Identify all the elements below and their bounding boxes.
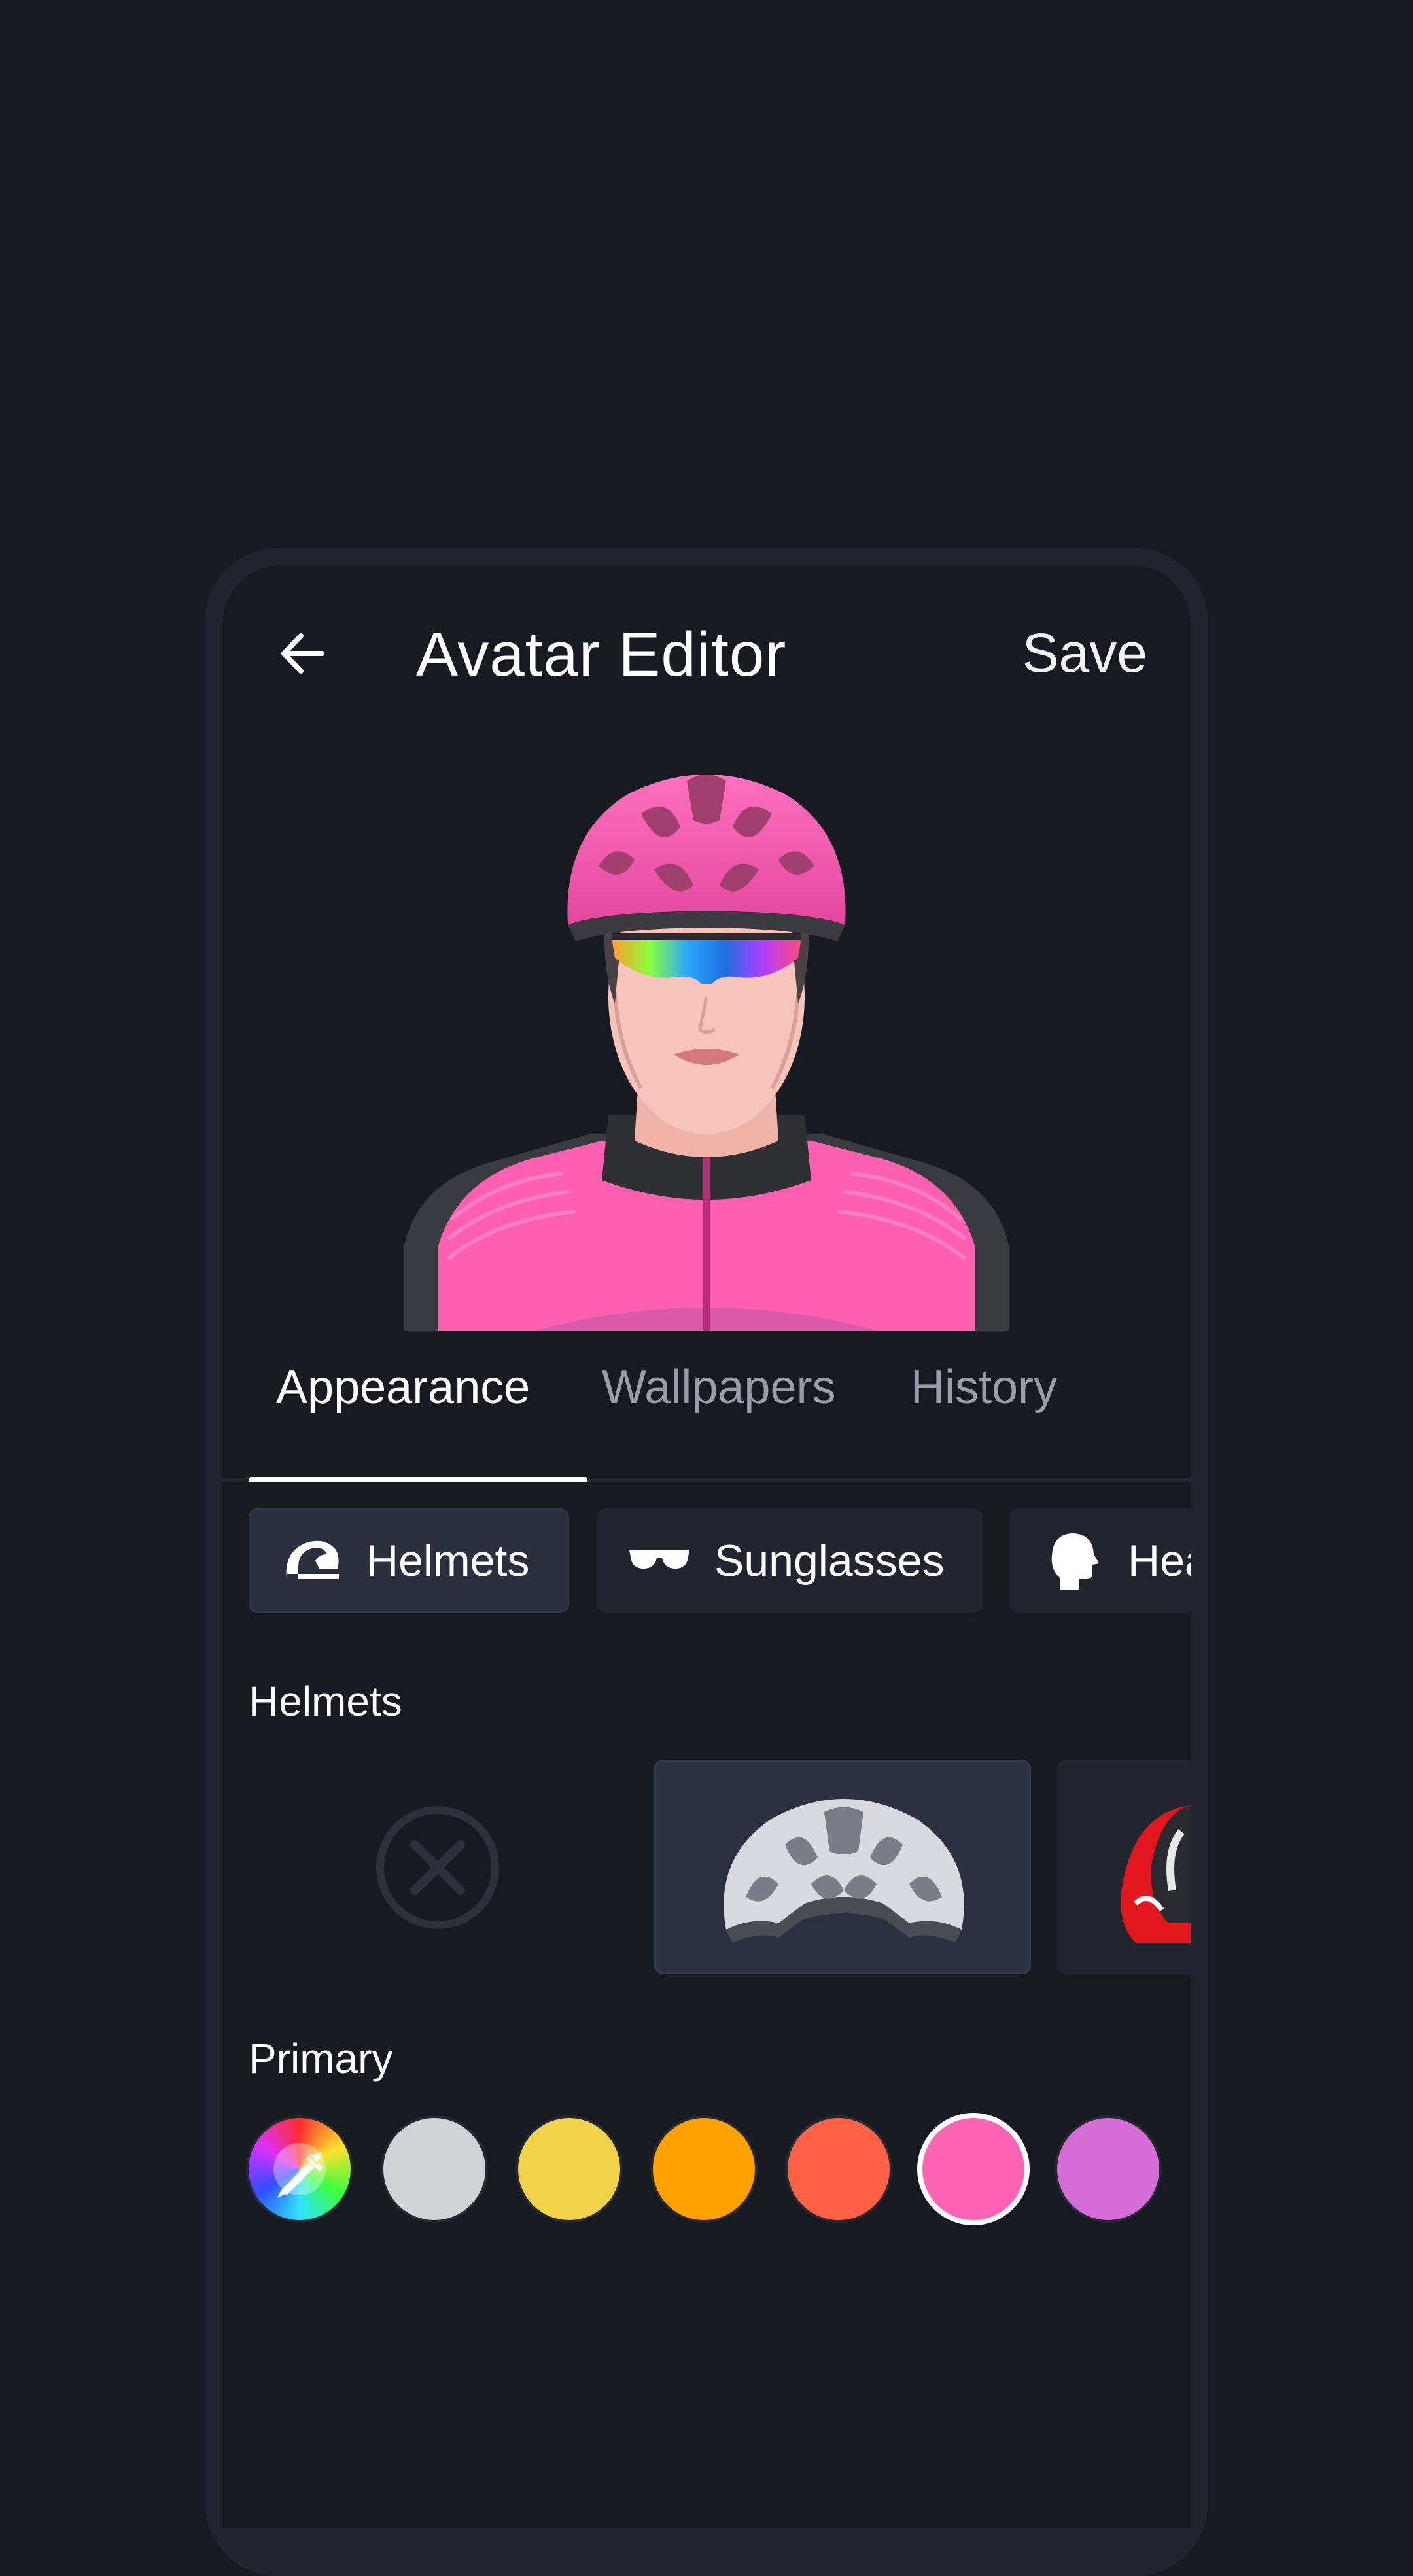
color-picker-button[interactable] <box>249 2118 351 2220</box>
save-button[interactable]: Save <box>1022 621 1147 685</box>
item-white-helmet[interactable] <box>654 1760 1031 1974</box>
chip-label: Sunglasses <box>714 1536 945 1586</box>
tab-appearance[interactable]: Appearance <box>276 1361 530 1414</box>
chip-helmets[interactable]: Helmets <box>249 1508 569 1613</box>
active-tab-indicator <box>249 1477 587 1482</box>
section-title-items: Helmets <box>249 1678 402 1725</box>
item-red-black-helmet[interactable] <box>1057 1760 1191 1974</box>
color-swatch-selected[interactable] <box>922 2118 1024 2220</box>
app-header: Avatar Editor Save <box>222 565 1191 722</box>
helmet-icon <box>286 1540 339 1579</box>
color-swatch[interactable] <box>1057 2118 1159 2220</box>
sunglasses-icon <box>629 1550 689 1569</box>
color-swatch[interactable] <box>788 2118 890 2220</box>
tab-bar: Appearance Wallpapers History <box>222 1334 1191 1465</box>
avatar-preview <box>222 722 1191 1331</box>
head-icon <box>1051 1533 1099 1590</box>
section-title-color: Primary <box>249 2035 393 2082</box>
red-black-helmet-image <box>1121 1805 1191 1943</box>
color-swatch[interactable] <box>383 2118 485 2220</box>
eyedropper-icon <box>273 2143 326 2198</box>
avatar-editor-screen: Avatar Editor Save Appearance Wallpapers… <box>222 565 1191 2528</box>
avatar-illustration <box>404 775 1009 1331</box>
chip-label: Helmets <box>366 1536 530 1586</box>
page-title: Avatar Editor <box>416 619 787 689</box>
color-swatch[interactable] <box>518 2118 620 2220</box>
chip-label: Hea <box>1128 1536 1191 1586</box>
color-swatch[interactable] <box>653 2118 755 2220</box>
white-helmet-image <box>724 1799 964 1943</box>
color-swatch-row <box>249 2118 1191 2229</box>
chip-sunglasses[interactable]: Sunglasses <box>597 1508 983 1613</box>
chip-head[interactable]: Hea <box>1010 1508 1191 1613</box>
tab-history[interactable]: History <box>911 1361 1057 1414</box>
category-chips: Helmets Sunglasses Hea <box>249 1508 1191 1616</box>
tab-wallpapers[interactable]: Wallpapers <box>602 1361 835 1414</box>
close-circle-icon <box>376 1806 499 1929</box>
item-none[interactable] <box>249 1760 625 1974</box>
arrow-left-icon <box>281 633 324 674</box>
back-button[interactable] <box>268 618 340 689</box>
